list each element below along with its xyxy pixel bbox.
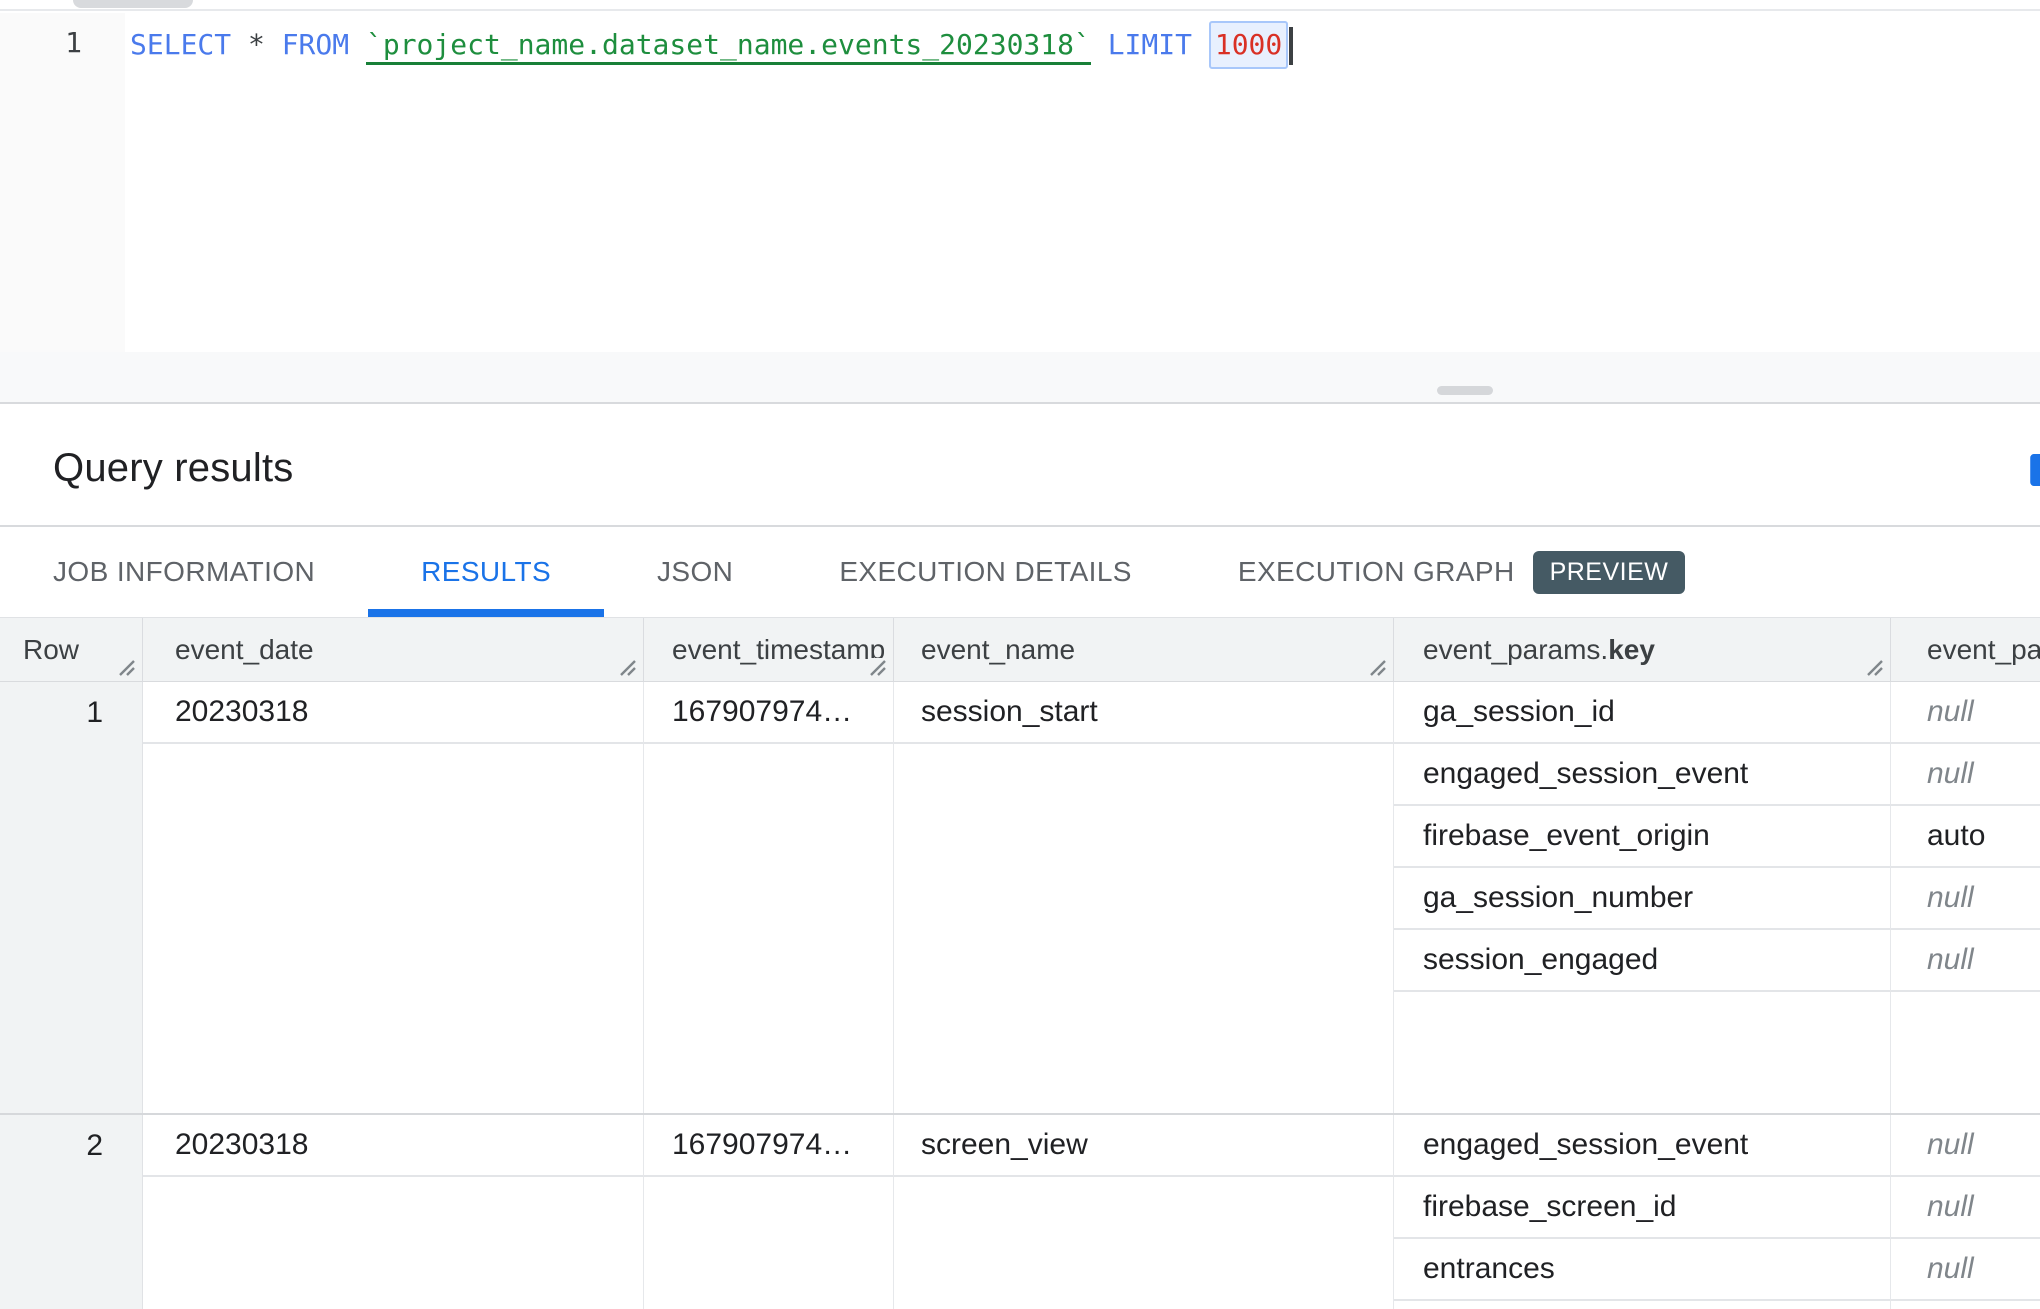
query-results-title: Query results bbox=[53, 446, 293, 491]
limit-value-selected: 1000 bbox=[1209, 21, 1288, 69]
preview-badge: PREVIEW bbox=[1533, 551, 1686, 594]
event-timestamp-cell-spacer bbox=[644, 744, 894, 1113]
keyword-limit: LIMIT bbox=[1108, 28, 1192, 61]
sql-code-line[interactable]: SELECT * FROM `project_name.dataset_name.ev… bbox=[130, 21, 1293, 69]
table-row: 220230318167907974…screen_viewengaged_se… bbox=[0, 1115, 2040, 1309]
param-value-spacer bbox=[1891, 992, 2040, 1113]
param-key-cell: engaged_session_event bbox=[1394, 744, 1891, 806]
column-resize-handle[interactable] bbox=[868, 658, 888, 678]
column-resize-handle[interactable] bbox=[1865, 658, 1885, 678]
event-timestamp-cell: 167907974… bbox=[644, 1115, 894, 1177]
editor-tab-remnant bbox=[73, 0, 193, 8]
event-name-cell: screen_view bbox=[894, 1115, 1394, 1177]
param-value-cell: null bbox=[1891, 1239, 2040, 1301]
param-value-cell: auto bbox=[1891, 806, 2040, 868]
tab-results[interactable]: RESULTS bbox=[368, 527, 604, 617]
results-tab-bar: JOB INFORMATION RESULTS JSON EXECUTION D… bbox=[0, 527, 2040, 617]
column-header-event-name: event_name bbox=[894, 618, 1394, 681]
param-key-cell: ga_session_number bbox=[1394, 868, 1891, 930]
column-header-row: Row bbox=[0, 618, 143, 681]
event-timestamp-cell-spacer bbox=[644, 1177, 894, 1309]
param-key-spacer bbox=[1394, 1301, 1891, 1309]
pane-splitter[interactable] bbox=[0, 352, 2040, 404]
tab-json[interactable]: JSON bbox=[604, 527, 786, 617]
table-reference-link[interactable]: `project_name.dataset_name.events_202303… bbox=[366, 28, 1091, 65]
sql-editor[interactable]: 1 SELECT * FROM `project_name.dataset_name.… bbox=[0, 13, 2040, 352]
param-value-cell: null bbox=[1891, 682, 2040, 744]
row-number-cell: 1 bbox=[0, 682, 143, 1113]
save-results-icon[interactable] bbox=[2030, 454, 2040, 486]
operator-star: * bbox=[248, 28, 265, 61]
event-name-cell: session_start bbox=[894, 682, 1394, 744]
active-tab-underline bbox=[368, 609, 604, 617]
column-header-event-params-value: event_pa bbox=[1891, 618, 2040, 681]
column-header-event-date: event_date bbox=[143, 618, 644, 681]
table-row: 120230318167907974…session_startga_sessi… bbox=[0, 682, 2040, 1115]
event-name-cell-spacer bbox=[894, 1177, 1394, 1309]
event-date-cell-spacer bbox=[143, 744, 644, 1113]
param-key-cell: ga_session_id bbox=[1394, 682, 1891, 744]
bigquery-console: 1 SELECT * FROM `project_name.dataset_name.… bbox=[0, 0, 2040, 1309]
tab-execution-graph[interactable]: EXECUTION GRAPH PREVIEW bbox=[1185, 527, 1739, 617]
column-resize-handle[interactable] bbox=[117, 658, 137, 678]
results-table: Row event_date event_timestamp event_nam… bbox=[0, 617, 2040, 1309]
tab-job-information[interactable]: JOB INFORMATION bbox=[0, 527, 368, 617]
param-value-cell: null bbox=[1891, 1115, 2040, 1177]
param-value-cell: null bbox=[1891, 744, 2040, 806]
param-key-spacer bbox=[1394, 992, 1891, 1113]
param-key-cell: session_engaged bbox=[1394, 930, 1891, 992]
param-key-cell: engaged_session_event bbox=[1394, 1115, 1891, 1177]
param-value-cell: null bbox=[1891, 930, 2040, 992]
keyword-from: FROM bbox=[282, 28, 349, 61]
event-date-cell-spacer bbox=[143, 1177, 644, 1309]
param-value-spacer bbox=[1891, 1301, 2040, 1309]
results-table-header: Row event_date event_timestamp event_nam… bbox=[0, 618, 2040, 682]
results-table-body: 120230318167907974…session_startga_sessi… bbox=[0, 682, 2040, 1309]
param-key-cell: entrances bbox=[1394, 1239, 1891, 1301]
param-value-cell: null bbox=[1891, 868, 2040, 930]
column-resize-handle[interactable] bbox=[1368, 658, 1388, 678]
row-number-cell: 2 bbox=[0, 1115, 143, 1309]
column-header-event-timestamp: event_timestamp bbox=[644, 618, 894, 681]
keyword-select: SELECT bbox=[130, 28, 231, 61]
splitter-drag-handle[interactable] bbox=[1437, 386, 1493, 395]
tab-execution-details[interactable]: EXECUTION DETAILS bbox=[786, 527, 1185, 617]
param-value-cell: null bbox=[1891, 1177, 2040, 1239]
query-results-header: Query results bbox=[0, 404, 2040, 527]
line-number: 1 bbox=[0, 21, 82, 65]
event-timestamp-cell: 167907974… bbox=[644, 682, 894, 744]
param-key-cell: firebase_event_origin bbox=[1394, 806, 1891, 868]
event-name-cell-spacer bbox=[894, 744, 1394, 1113]
event-date-cell: 20230318 bbox=[143, 1115, 644, 1177]
top-strip bbox=[0, 0, 2040, 11]
event-date-cell: 20230318 bbox=[143, 682, 644, 744]
column-header-event-params-key: event_params.key bbox=[1394, 618, 1891, 681]
param-key-cell: firebase_screen_id bbox=[1394, 1177, 1891, 1239]
text-cursor bbox=[1289, 27, 1293, 65]
column-resize-handle[interactable] bbox=[618, 658, 638, 678]
